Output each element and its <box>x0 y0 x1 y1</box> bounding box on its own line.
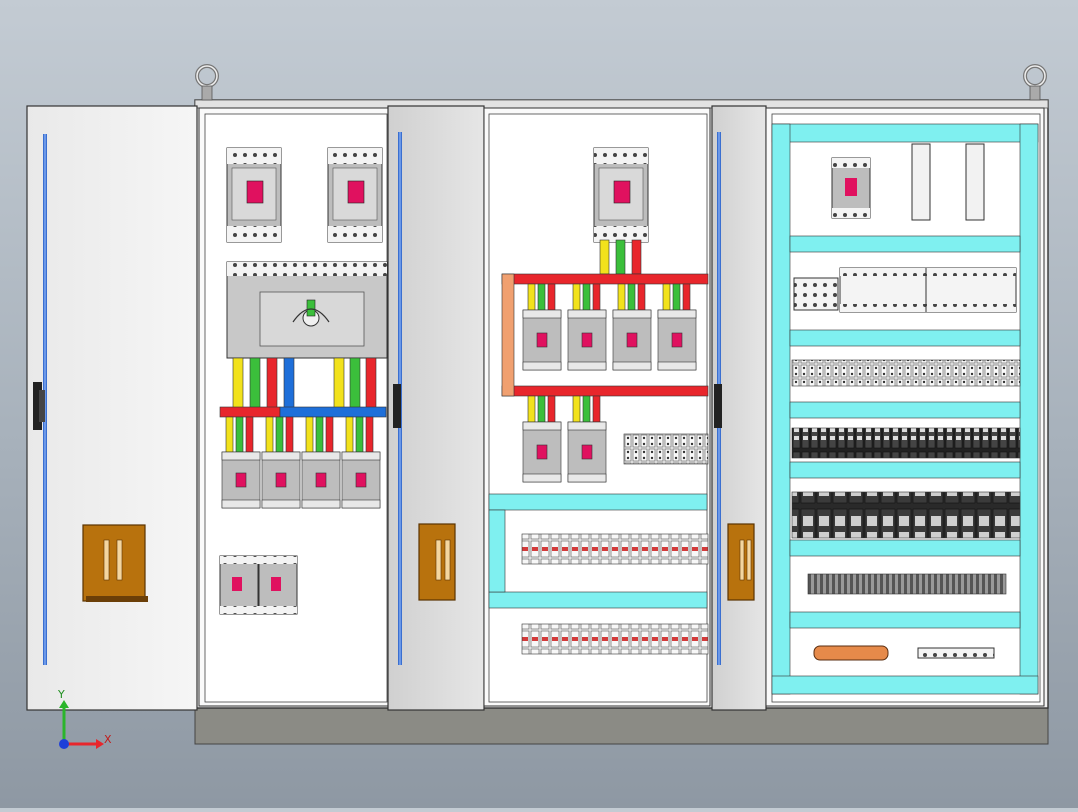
main-breaker <box>593 147 649 243</box>
terminal-strip <box>521 533 709 565</box>
open-door-3[interactable] <box>711 105 767 711</box>
terminal-strip <box>623 433 709 465</box>
cable-duct <box>488 493 708 511</box>
door-handle-icon[interactable] <box>727 523 755 601</box>
lifting-eye-icon <box>1023 64 1047 101</box>
section-2-interior <box>483 107 711 707</box>
power-supply <box>965 143 985 221</box>
door-handle-icon[interactable] <box>82 524 148 602</box>
main-breaker <box>226 147 282 243</box>
plc-module <box>793 277 839 311</box>
terminal-strip <box>791 359 1021 387</box>
terminal-strip <box>791 427 1021 459</box>
open-door-2[interactable] <box>387 105 485 711</box>
rotary-isolator-icon <box>226 261 388 359</box>
terminal-strip <box>807 573 1007 595</box>
axis-x-label: X <box>104 733 112 746</box>
cabinet-scene: X Y <box>0 0 1078 808</box>
section-3-interior <box>765 107 1045 707</box>
control-breaker <box>831 157 871 219</box>
busbar-horizontal <box>501 273 709 285</box>
relay-row <box>791 491 1021 539</box>
open-door-1[interactable] <box>26 105 198 711</box>
power-supply <box>911 143 931 221</box>
neutral-bar <box>917 647 995 659</box>
cabinet-drawing <box>26 64 1049 749</box>
main-breaker <box>327 147 383 243</box>
door-handle-icon[interactable] <box>418 523 456 601</box>
axis-y-label: Y <box>58 688 65 701</box>
lifting-eye-icon <box>195 64 219 101</box>
terminal-strip <box>521 623 709 655</box>
busbar-horizontal <box>219 406 281 418</box>
cabinet-plinth <box>194 705 1049 745</box>
section-1-interior <box>198 107 390 707</box>
cable-duct <box>771 123 1039 143</box>
small-breaker-pair <box>219 555 298 615</box>
copper-ground-bar <box>813 645 889 661</box>
